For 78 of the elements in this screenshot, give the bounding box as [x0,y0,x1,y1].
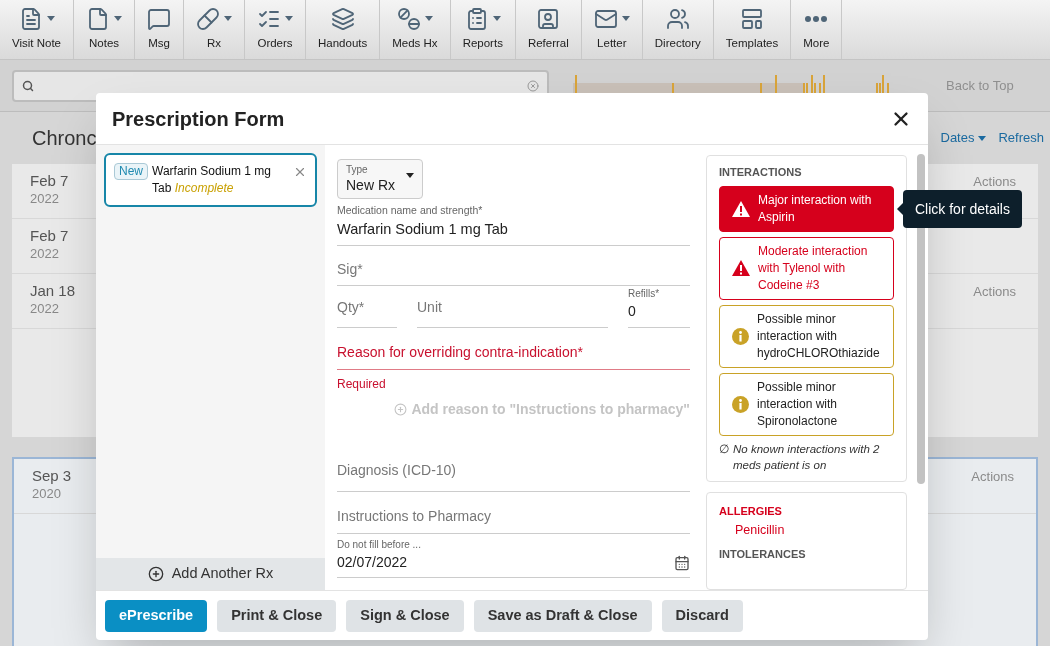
toolbar-button[interactable]: Visit Note [0,0,74,59]
none-icon: ∅ [719,440,729,473]
caret-icon [978,135,987,141]
rx-card[interactable]: New Warfarin Sodium 1 mg Tab Incomplete [104,153,317,207]
section-title: INTOLERANCES [719,546,807,562]
footer-button[interactable]: ePrescribe [105,599,208,632]
toolbar-button[interactable]: Meds Hx [380,0,451,59]
rx-title: Warfarin Sodium 1 mg Tab Incomplete [152,163,272,197]
pills-icon [396,6,421,31]
toolbar-button[interactable]: Msg [135,0,184,59]
caret-icon [406,172,414,178]
sig-field[interactable]: Sig* [337,245,690,286]
toolbar-button[interactable]: Templates [713,0,792,59]
interaction-alert[interactable]: Possible minor interaction with Spironolactone [719,372,894,436]
search-icon [22,79,34,92]
entry-date: Feb 7 [30,227,69,246]
more-icon [805,15,828,22]
toolbar-button[interactable]: Orders [245,0,306,59]
reason-field[interactable]: Reason for overriding contra-indication* [337,327,690,370]
type-value: New Rx [346,176,395,194]
entry-year: 2020 [32,485,62,502]
capsule-icon [196,6,220,31]
contact-card-icon [536,6,561,31]
footer-button[interactable]: Print & Close [217,599,337,632]
page-icon [86,6,110,31]
section-title: ALLERGIES [719,503,783,519]
info-icon [732,395,749,413]
add-icon [394,402,408,416]
toolbar-button[interactable]: Rx [184,0,245,59]
layout-icon [740,6,765,31]
type-label: Type [346,164,369,177]
dialog-title: Prescription Form [112,106,285,132]
warning-icon [732,200,750,217]
interaction-alert[interactable]: Moderate interaction with Tylenol with Codeine #3 [719,236,894,300]
qty-field[interactable]: Qty* [337,287,397,328]
toolbar-button[interactable]: Letter [581,0,643,59]
entry-date: Jan 18 [30,282,76,301]
diagnosis-field[interactable]: Diagnosis (ICD-10) [337,449,690,492]
footer-button[interactable]: Sign & Close [346,599,464,632]
page-heading: Chronc [32,126,97,151]
dates-menu[interactable]: Dates [940,128,987,148]
people-icon [665,6,690,31]
section-title: INTERACTIONS [719,165,803,180]
tooltip-arrow-icon [897,203,903,215]
footer-button[interactable]: Discard [661,599,743,632]
toolbar-button[interactable]: More [791,0,843,59]
warning-icon [732,260,750,276]
entry-year: 2022 [30,300,60,317]
error-message: Required [337,375,387,393]
interaction-alert[interactable]: Possible minor interaction with hydroCHLOROthiazide [719,304,894,368]
type-select[interactable]: Type New Rx [337,159,423,199]
toolbar-button[interactable]: Handouts [306,0,381,59]
chat-icon [147,6,171,31]
entry-date: Feb 7 [30,172,69,191]
entry-year: 2022 [30,245,60,262]
refresh-link[interactable]: Refresh [998,128,1044,148]
refills-field[interactable]: Refills* 0 [628,285,690,328]
date-field[interactable]: Do not fill before ... 02/07/2022 [337,533,690,578]
layers-icon [330,6,355,31]
unit-field[interactable]: Unit [417,287,608,328]
entry-date: Sep 3 [32,467,72,486]
entry-year: 2022 [30,190,60,207]
info-icon [732,327,749,345]
allergy-item: Penicillin [734,522,786,539]
new-badge: New [114,163,148,180]
add-icon [147,566,164,582]
toolbar-button[interactable]: Notes [74,0,135,59]
add-rx-button[interactable]: Add Another Rx [96,558,325,590]
toolbar-button[interactable]: Referral [515,0,582,59]
instructions-field[interactable]: Instructions to Pharmacy [337,491,690,534]
interactions-note: No known interactions with 2 meds patient is on [733,441,881,473]
toolbar-button[interactable]: Directory [642,0,714,59]
medication-field[interactable]: Medication name and strength* Warfarin Sodium 1 mg Tab [337,203,690,246]
toolbar-button[interactable]: Reports [450,0,516,59]
footer-button[interactable]: Save as Draft & Close [473,599,652,632]
interaction-alert[interactable]: Major interaction with Aspirin [719,185,894,232]
remove-icon[interactable] [293,165,307,179]
calendar-icon[interactable] [674,554,690,571]
